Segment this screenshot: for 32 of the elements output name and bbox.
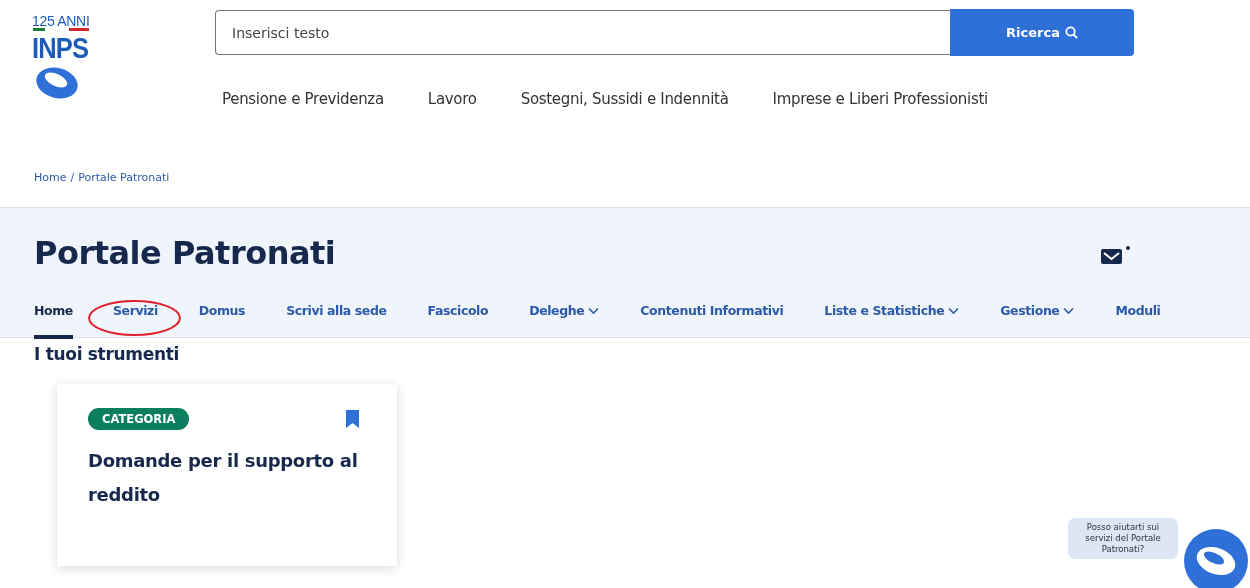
main-nav-link[interactable]: Imprese e Liberi Professionisti <box>772 90 988 108</box>
nav-tab[interactable]: Fascicolo <box>427 294 489 339</box>
logo-ring-icon <box>35 66 79 100</box>
nav-tab[interactable]: Domus <box>198 294 246 339</box>
search-icon <box>1064 26 1078 39</box>
search-field[interactable]: Inserisci testo <box>215 10 950 55</box>
logo-text: INPS <box>32 34 89 62</box>
main-nav-link[interactable]: Pensione e Previdenza <box>222 90 384 108</box>
mail-icon[interactable] <box>1101 245 1131 265</box>
breadcrumb-link[interactable]: Home <box>34 171 67 184</box>
nav-tab[interactable]: Home <box>34 294 73 339</box>
nav-tab[interactable]: Deleghe <box>529 294 600 339</box>
tool-card[interactable]: CATEGORIA Domande per il supporto al reddito <box>57 384 397 566</box>
page-title: Portale Patronati <box>34 234 336 272</box>
chat-assistant-button[interactable] <box>1183 528 1249 588</box>
bookmark-icon[interactable] <box>346 410 359 428</box>
nav-tab[interactable]: Liste e Statistiche <box>824 294 960 339</box>
nav-tab[interactable]: Scrivi alla sede <box>286 294 387 339</box>
card-title: Domande per il supporto al reddito <box>88 449 359 507</box>
nav-tab[interactable]: Contenuti Informativi <box>640 294 784 339</box>
section-title: I tuoi strumenti <box>34 344 181 364</box>
category-tag: CATEGORIA <box>88 408 190 430</box>
logo-anniversary-text: 125 ANNI <box>32 14 90 34</box>
search-button[interactable]: Ricerca <box>950 9 1134 56</box>
nav-tab[interactable]: Moduli <box>1115 294 1161 339</box>
main-nav-link[interactable]: Sostegni, Sussidi e Indennità <box>520 90 729 108</box>
nav-tab[interactable]: Gestione <box>1000 294 1075 339</box>
chat-prompt-bubble: Posso aiutarti sui servizi del Portale Patronati? <box>1068 518 1178 559</box>
main-nav-link[interactable]: Lavoro <box>427 90 477 108</box>
breadcrumb-separator: / <box>70 171 75 184</box>
nav-tab[interactable]: Servizi <box>112 294 158 339</box>
breadcrumb-link[interactable]: Portale Patronati <box>78 171 170 184</box>
